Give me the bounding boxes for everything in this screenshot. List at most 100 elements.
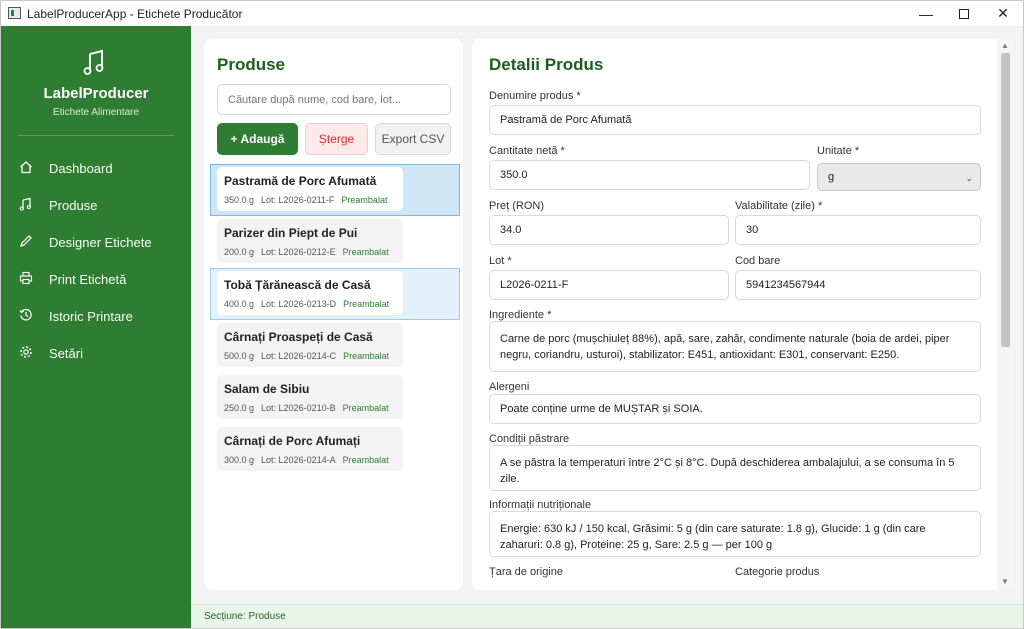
allergens-field[interactable]: Poate conține urme de MUȘTAR și SOIA. [489, 394, 981, 424]
music-note-icon [81, 49, 111, 77]
product-card: Cârnați Proaspeți de Casă 500.0 g Lot: L2… [217, 323, 403, 367]
list-item[interactable]: Cârnați de Porc Afumați 300.0 g Lot: L202… [210, 424, 460, 476]
lot-label: Lot * [489, 255, 512, 267]
maximize-icon [959, 8, 969, 19]
sidebar-item-label: Istoric Printare [49, 308, 133, 324]
add-button[interactable]: + Adaugă [217, 123, 298, 155]
product-tag: Preambalat [343, 299, 390, 309]
sidebar-item-dashboard[interactable]: Dashboard [1, 153, 191, 183]
product-qty: 200.0 g [224, 247, 255, 257]
product-lot: Lot: L2026-0210-B [261, 403, 336, 413]
price-field[interactable]: 34.0 [489, 215, 729, 245]
list-item[interactable]: Tobă Țărănească de Casă 400.0 g Lot: L202… [210, 268, 460, 320]
export-csv-button[interactable]: Export CSV [375, 123, 451, 155]
barcode-field[interactable]: 5941234567944 [735, 270, 981, 300]
window-title: LabelProducerApp - Etichete Producător [27, 7, 243, 21]
storage-label: Condiții păstrare [489, 433, 570, 445]
unit-value: g [828, 171, 835, 183]
product-meta: 350.0 g Lot: L2026-0211-F Preambalat [224, 195, 387, 205]
ingredients-field[interactable]: Carne de porc (mușchiuleț 88%), apă, sar… [489, 321, 981, 372]
product-meta: 250.0 g Lot: L2026-0210-B Preambalat [224, 403, 389, 413]
status-text: Secțiune: Produse [204, 611, 286, 622]
product-qty: 350.0 g [224, 195, 255, 205]
brand-title: LabelProducer [43, 85, 149, 102]
music-note-icon [17, 197, 35, 214]
product-name: Parizer din Piept de Pui [224, 226, 358, 240]
nutrition-label: Informații nutriționale [489, 499, 592, 511]
product-tag: Preambalat [342, 455, 389, 465]
unit-select[interactable]: g ⌄ [817, 163, 981, 191]
maximize-button[interactable] [944, 1, 984, 26]
product-lot: Lot: L2026-0211-F [261, 195, 335, 205]
name-field[interactable]: Pastramă de Porc Afumată [489, 105, 981, 135]
qty-label: Cantitate netă * [489, 145, 565, 157]
home-icon [17, 160, 35, 177]
scroll-down-icon[interactable]: ▼ [1001, 577, 1009, 586]
gear-icon [17, 345, 35, 362]
product-qty: 250.0 g [224, 403, 255, 413]
close-icon: ✕ [997, 5, 1009, 21]
validity-field[interactable]: 30 [735, 215, 981, 245]
sidebar-item-designer[interactable]: Designer Etichete [1, 227, 191, 257]
product-meta: 200.0 g Lot: L2026-0212-E Preambalat [224, 247, 389, 257]
minimize-icon: — [919, 5, 933, 22]
unit-label: Unitate * [817, 145, 860, 157]
sidebar-item-label: Designer Etichete [49, 234, 152, 250]
printer-icon [17, 271, 35, 288]
product-meta: 300.0 g Lot: L2026-0214-A Preambalat [224, 455, 389, 465]
sidebar-item-label: Setări [49, 345, 83, 361]
product-name: Cârnați de Porc Afumați [224, 434, 361, 448]
title-bar: LabelProducerApp - Etichete Producător —… [1, 1, 1023, 26]
category-label: Categorie produs [735, 566, 820, 578]
product-card: Salam de Sibiu 250.0 g Lot: L2026-0210-B P… [217, 375, 403, 419]
product-meta: 500.0 g Lot: L2026-0214-C Preambalat [224, 351, 389, 361]
products-title: Produse [217, 55, 286, 74]
product-card: Parizer din Piept de Pui 200.0 g Lot: L20… [217, 219, 403, 263]
origin-label: Țara de origine [489, 566, 563, 578]
storage-field[interactable]: A se păstra la temperaturi între 2°C și … [489, 445, 981, 491]
scroll-up-icon[interactable]: ▲ [1001, 41, 1009, 50]
product-lot: Lot: L2026-0212-E [261, 247, 336, 257]
sidebar: LabelProducer Etichete Alimentare Dashbo… [1, 26, 191, 628]
qty-field[interactable]: 350.0 [489, 160, 810, 190]
lot-field[interactable]: L2026-0211-F [489, 270, 729, 300]
sidebar-item-produse[interactable]: Produse [1, 190, 191, 220]
chevron-down-icon: ⌄ [965, 173, 973, 183]
search-input[interactable] [217, 84, 451, 115]
close-button[interactable]: ✕ [983, 1, 1023, 26]
price-label: Preț (RON) [489, 200, 544, 212]
details-title: Detalii Produs [489, 55, 604, 74]
product-name: Tobă Țărănească de Casă [224, 278, 371, 292]
list-item[interactable]: Salam de Sibiu 250.0 g Lot: L2026-0210-B P… [210, 372, 460, 424]
product-lot: Lot: L2026-0214-A [261, 455, 336, 465]
list-item[interactable]: Parizer din Piept de Pui 200.0 g Lot: L20… [210, 216, 460, 268]
product-qty: 300.0 g [224, 455, 255, 465]
product-lot: Lot: L2026-0214-C [261, 351, 337, 361]
list-item[interactable]: Cârnați Proaspeți de Casă 500.0 g Lot: L2… [210, 320, 460, 372]
minimize-button[interactable]: — [906, 1, 946, 26]
sidebar-item-history[interactable]: Istoric Printare [1, 301, 191, 331]
sidebar-item-label: Dashboard [49, 160, 113, 176]
product-name: Salam de Sibiu [224, 382, 310, 396]
nutrition-field[interactable]: Energie: 630 kJ / 150 kcal, Grăsimi: 5 g… [489, 511, 981, 557]
product-qty: 500.0 g [224, 351, 255, 361]
details-scrollbar[interactable]: ▲ ▼ [997, 39, 1014, 590]
delete-button[interactable]: Șterge [305, 123, 368, 155]
product-lot: Lot: L2026-0213-D [261, 299, 337, 309]
products-panel: Produse + Adaugă Șterge Export CSV Pastr… [204, 39, 463, 590]
product-tag: Preambalat [342, 247, 389, 257]
app-window: LabelProducerApp - Etichete Producător —… [0, 0, 1024, 629]
product-meta: 400.0 g Lot: L2026-0213-D Preambalat [224, 299, 389, 309]
pencil-icon [17, 234, 35, 251]
sidebar-divider [18, 135, 174, 136]
details-panel: Detalii Produs Denumire produs * Pastram… [472, 39, 1014, 590]
product-card: Cârnați de Porc Afumați 300.0 g Lot: L202… [217, 427, 403, 471]
validity-label: Valabilitate (zile) * [735, 200, 823, 212]
ingredients-label: Ingrediente * [489, 309, 552, 321]
sidebar-item-settings[interactable]: Setări [1, 338, 191, 368]
scroll-thumb[interactable] [1001, 53, 1010, 347]
list-item[interactable]: Pastramă de Porc Afumată 350.0 g Lot: L20… [210, 164, 460, 216]
allergens-label: Alergeni [489, 381, 530, 393]
product-tag: Preambalat [343, 351, 390, 361]
sidebar-item-print[interactable]: Print Etichetă [1, 264, 191, 294]
